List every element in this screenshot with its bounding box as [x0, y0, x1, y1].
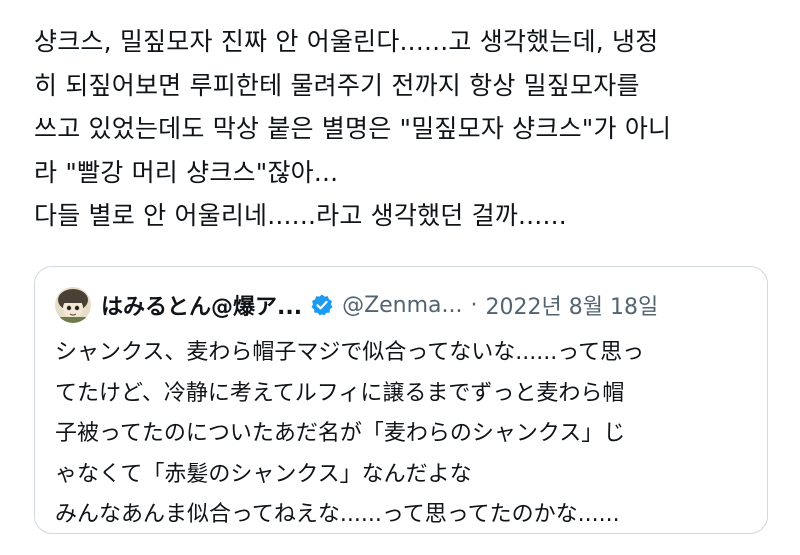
post-text-line: 쓰고 있었는데도 막상 붙은 별명은 "밀짚모자 샹크스"가 아니 [34, 114, 672, 143]
post-text-line: 샹크스, 밀짚모자 진짜 안 어울린다......고 생각했는데, 냉정 [34, 27, 659, 56]
quoted-text-line: てたけど、冷静に考えてルフィに譲るまでずっと麦わら帽 [55, 380, 625, 406]
quoted-text-line: みんなあんま似合ってねえな......って思ってたのかな...... [55, 502, 620, 527]
quoted-post-text: シャンクス、麦わら帽子マジで似合ってないな......って思っ てたけど、冷静に… [55, 333, 755, 536]
quoted-author-name[interactable]: はみるとん@爆ア... [101, 289, 302, 321]
quoted-text-line: 子被ってたのについたあだ名が「麦わらのシャンクス」じ [55, 421, 626, 446]
quoted-post-header: はみるとん@爆ア... @Zenma... · 2022년 8월 18일 [55, 285, 751, 325]
quoted-post-date[interactable]: 2022년 8월 18일 [486, 289, 659, 321]
avatar-icon[interactable] [55, 287, 91, 323]
post-text-line: 히 되짚어보면 루피한테 물려주기 전까지 항상 밀짚모자를 [34, 70, 640, 100]
quoted-text-line: シャンクス、麦わら帽子マジで似合ってないな......って思っ [55, 340, 645, 365]
verified-badge-icon [310, 293, 334, 317]
post-text-line: 다들 별로 안 어울리네......라고 생각했던 걸까...... [34, 201, 567, 230]
quoted-post-card[interactable]: はみるとん@爆ア... @Zenma... · 2022년 8월 18일 シャン… [34, 266, 768, 534]
quoted-author-handle[interactable]: @Zenma... [342, 293, 462, 318]
post-text-line: 라 "빨강 머리 샹크스"잖아... [34, 157, 339, 187]
quoted-text-line: ゃなくて「赤髪のシャンクス」なんだよな [55, 461, 472, 487]
post-text: 샹크스, 밀짚모자 진짜 안 어울린다......고 생각했는데, 냉정 히 되… [34, 20, 774, 238]
header-separator: · [470, 292, 478, 318]
